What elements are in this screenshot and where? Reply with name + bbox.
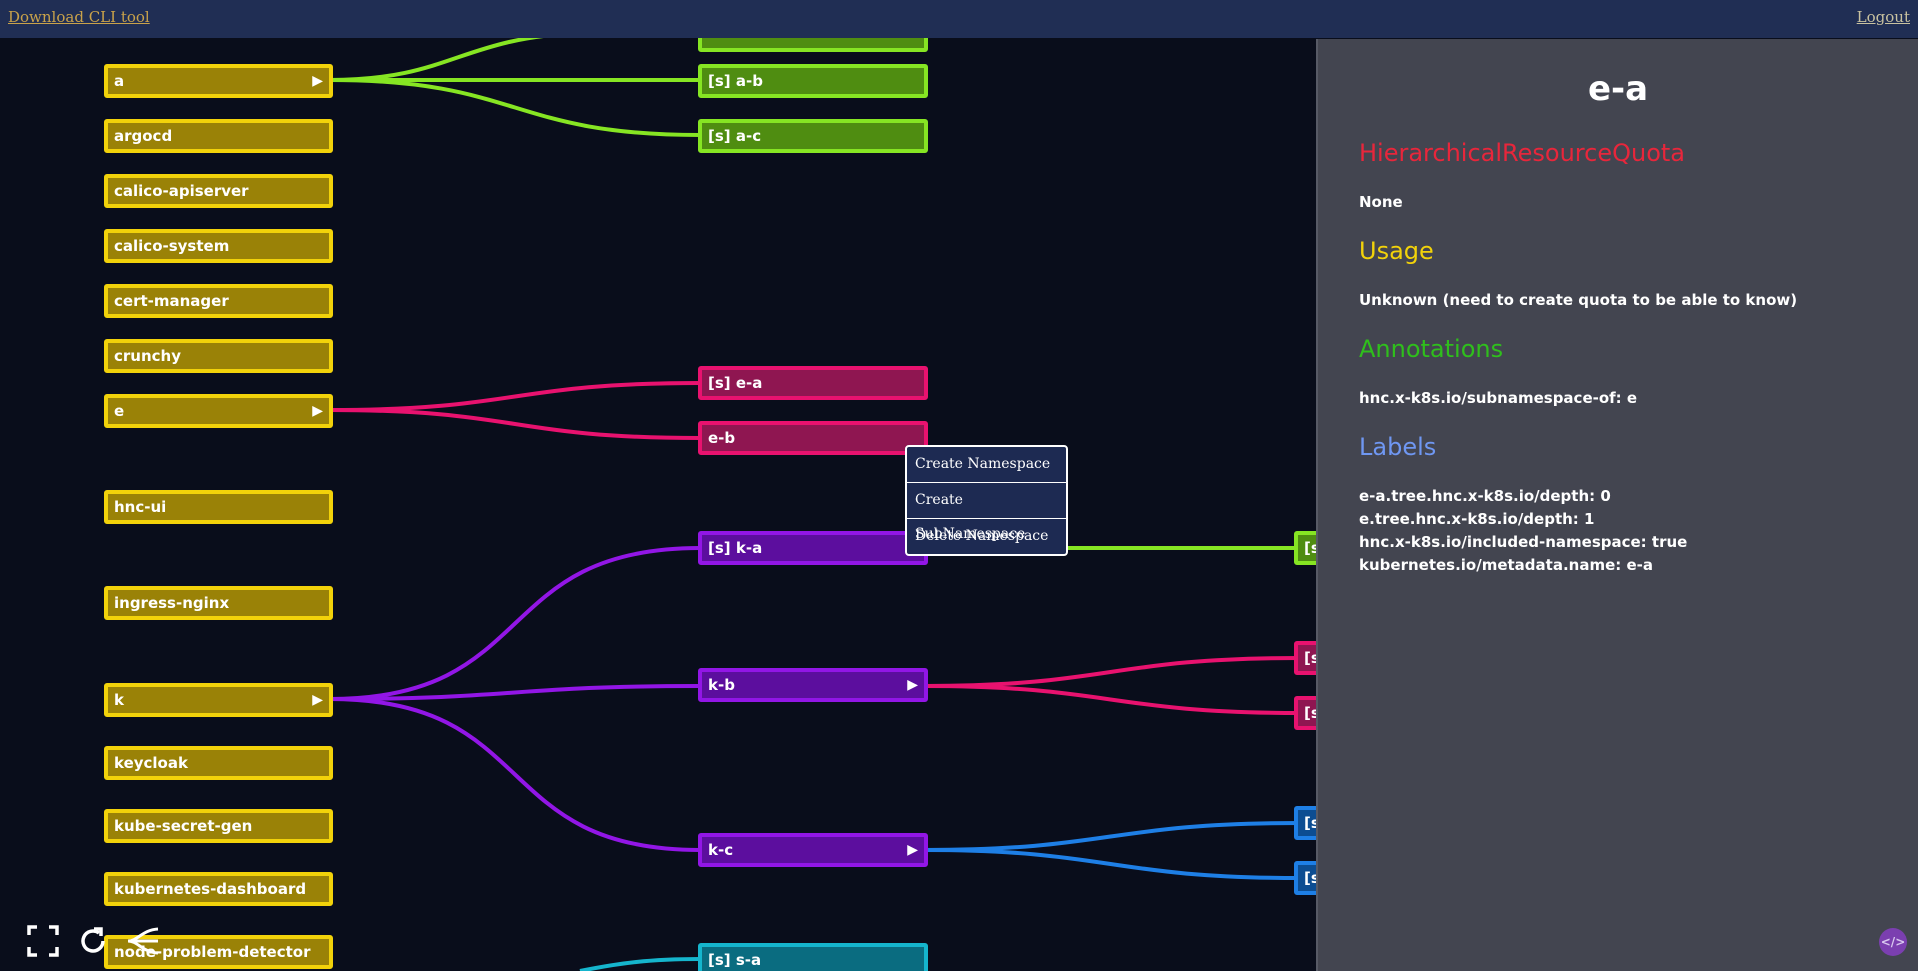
namespace-node-e-b[interactable]: e-b: [698, 421, 928, 455]
label-item: hnc.x-k8s.io/included-namespace: true: [1359, 533, 1688, 551]
link-kc-2: [924, 848, 1301, 880]
namespace-node-e[interactable]: e ▶: [104, 394, 333, 428]
top-bar: Download CLI tool Logout: [0, 0, 1918, 38]
namespace-node-a[interactable]: a ▶: [104, 64, 333, 98]
code-view-button[interactable]: </>: [1879, 928, 1907, 956]
usage-value: Unknown (need to create quota to be able…: [1359, 291, 1798, 309]
node-label: [s] a-c: [708, 127, 762, 145]
expand-arrow-icon[interactable]: ▶: [907, 672, 918, 698]
node-label: a: [114, 72, 125, 90]
namespace-node-k-c[interactable]: k-c ▶: [698, 833, 928, 867]
node-label: hnc-ui: [114, 498, 167, 516]
menu-item-create-namespace[interactable]: Create Namespace: [907, 447, 1066, 482]
expand-arrow-icon[interactable]: ▶: [907, 837, 918, 863]
node-label: e: [114, 402, 125, 420]
namespace-node-calico-system[interactable]: calico-system: [104, 229, 333, 263]
annotations-heading: Annotations: [1359, 335, 1504, 363]
namespace-node-calico-apiserver[interactable]: calico-apiserver: [104, 174, 333, 208]
menu-item-create-subnamespace[interactable]: Create SubNamespace: [907, 482, 1066, 542]
node-label: [s] s-a: [708, 951, 762, 969]
label-item: e-a.tree.hnc.x-k8s.io/depth: 0: [1359, 487, 1611, 505]
node-label: calico-apiserver: [114, 182, 249, 200]
namespace-node-kubernetes-dashboard[interactable]: kubernetes-dashboard: [104, 872, 333, 906]
link-a-ac: [329, 78, 701, 137]
usage-heading: Usage: [1359, 237, 1434, 265]
namespace-node-k-a[interactable]: [s] k-a: [698, 531, 928, 565]
node-label: crunchy: [114, 347, 181, 365]
node-label: ingress-nginx: [114, 594, 230, 612]
download-cli-link[interactable]: Download CLI tool: [8, 8, 150, 26]
link-a-top: [329, 38, 544, 82]
node-label: kubernetes-dashboard: [114, 880, 307, 898]
node-label: cert-manager: [114, 292, 229, 310]
namespace-node-s-a[interactable]: [s] s-a: [698, 943, 928, 971]
node-label: k: [114, 691, 124, 709]
labels-heading: Labels: [1359, 433, 1437, 461]
namespace-details-panel: e-a HierarchicalResourceQuota None Usage…: [1316, 39, 1918, 971]
node-label: [s] k-a: [708, 539, 763, 557]
fullscreen-icon[interactable]: [26, 924, 60, 962]
link-e-eb: [329, 408, 701, 440]
annotation-item: hnc.x-k8s.io/subnamespace-of: e: [1359, 389, 1638, 407]
expand-arrow-icon[interactable]: ▶: [312, 68, 323, 94]
menu-item-delete-namespace[interactable]: Delete Namespace: [907, 518, 1066, 554]
namespace-node-top-partial[interactable]: [698, 38, 928, 52]
node-label: calico-system: [114, 237, 230, 255]
namespace-node-crunchy[interactable]: crunchy: [104, 339, 333, 373]
link-k-ka: [329, 546, 701, 701]
hrq-heading: HierarchicalResourceQuota: [1359, 139, 1686, 167]
namespace-node-a-b[interactable]: [s] a-b: [698, 64, 928, 98]
link-e-ea: [329, 381, 701, 412]
link-kb-2: [924, 684, 1301, 715]
namespace-node-k-b[interactable]: k-b ▶: [698, 668, 928, 702]
link-kc-1: [924, 821, 1301, 852]
node-label: k-b: [708, 676, 735, 694]
link-k-kb: [329, 684, 701, 701]
node-label: [s] e-a: [708, 374, 763, 392]
hrq-value: None: [1359, 193, 1403, 211]
node-label: keycloak: [114, 754, 188, 772]
label-item: kubernetes.io/metadata.name: e-a: [1359, 556, 1654, 574]
node-label: k-c: [708, 841, 734, 859]
namespace-node-k[interactable]: k ▶: [104, 683, 333, 717]
link-k-kc: [329, 697, 701, 852]
panel-title: e-a: [1587, 69, 1649, 109]
namespace-node-argocd[interactable]: argocd: [104, 119, 333, 153]
label-item: e.tree.hnc.x-k8s.io/depth: 1: [1359, 510, 1595, 528]
namespace-node-kube-secret-gen[interactable]: kube-secret-gen: [104, 809, 333, 843]
expand-arrow-icon[interactable]: ▶: [312, 398, 323, 424]
link-kb-1: [924, 656, 1301, 688]
node-label: kube-secret-gen: [114, 817, 253, 835]
node-label: argocd: [114, 127, 173, 145]
namespace-node-hnc-ui[interactable]: hnc-ui: [104, 490, 333, 524]
expand-arrow-icon[interactable]: ▶: [312, 687, 323, 713]
collapse-tree-icon[interactable]: [124, 924, 160, 962]
namespace-node-ingress-nginx[interactable]: ingress-nginx: [104, 586, 333, 620]
logout-link[interactable]: Logout: [1857, 8, 1910, 26]
namespace-node-a-c[interactable]: [s] a-c: [698, 119, 928, 153]
refresh-icon[interactable]: [76, 924, 110, 962]
node-label: e-b: [708, 429, 736, 447]
link-s-sa: [579, 957, 701, 971]
namespace-node-cert-manager[interactable]: cert-manager: [104, 284, 333, 318]
namespace-node-e-a[interactable]: [s] e-a: [698, 366, 928, 400]
context-menu: Create Namespace Create SubNamespace Del…: [905, 445, 1068, 556]
namespace-node-keycloak[interactable]: keycloak: [104, 746, 333, 780]
node-label: [s] a-b: [708, 72, 763, 90]
